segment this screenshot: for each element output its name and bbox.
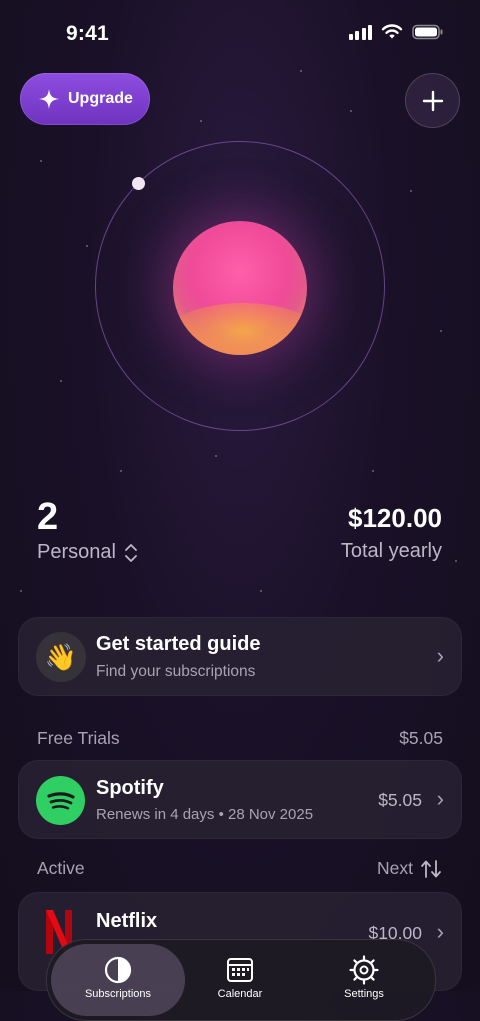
tab-subscriptions[interactable]: Subscriptions: [51, 944, 185, 1016]
netflix-name: Netflix: [96, 910, 158, 932]
total-amount: $120.00: [348, 503, 442, 533]
subscription-row-spotify[interactable]: Spotify Renews in 4 days • 28 Nov 2025 $…: [18, 760, 462, 839]
spotify-name: Spotify: [96, 777, 164, 799]
gear-icon: [349, 955, 379, 985]
chevron-right-icon: ›: [436, 919, 444, 944]
tab-settings-label: Settings: [344, 988, 384, 1000]
spotify-renewal: Renews in 4 days • 28 Nov 2025: [96, 806, 314, 823]
upgrade-button[interactable]: Upgrade: [20, 73, 150, 125]
sort-label: Next: [377, 858, 413, 878]
planet: [173, 221, 307, 355]
get-started-guide-card[interactable]: 👋 Get started guide Find your subscripti…: [18, 617, 462, 696]
tab-calendar[interactable]: Calendar: [175, 940, 305, 1020]
account-label: Personal: [37, 541, 116, 563]
circle-half-icon: [104, 956, 132, 984]
cellular-signal-icon: [348, 24, 372, 40]
tab-settings[interactable]: Settings: [299, 940, 429, 1020]
sparkle-icon: [39, 89, 59, 109]
guide-title: Get started guide: [96, 633, 261, 655]
status-bar: 9:41: [0, 0, 480, 70]
orbit-satellite: [132, 177, 145, 190]
account-switcher[interactable]: Personal: [37, 541, 138, 564]
plus-icon: [422, 90, 443, 111]
total-label: Total yearly: [340, 540, 442, 562]
waving-hand-icon: 👋: [36, 632, 86, 682]
add-subscription-button[interactable]: [405, 73, 460, 128]
free-trials-header: Free Trials $5.05: [37, 728, 443, 749]
tab-subscriptions-label: Subscriptions: [84, 988, 152, 1000]
chevron-right-icon: ›: [436, 786, 444, 811]
active-header: Active Next: [37, 858, 443, 879]
status-icons: [348, 24, 445, 40]
active-heading: Active: [37, 858, 85, 878]
status-time: 9:41: [66, 22, 109, 45]
sort-button[interactable]: Next: [377, 858, 443, 879]
free-trials-amount: $5.05: [399, 728, 443, 748]
subscription-count: 2: [37, 496, 59, 538]
battery-icon: [412, 24, 443, 40]
guide-subtitle: Find your subscriptions: [96, 663, 256, 680]
free-trials-heading: Free Trials: [37, 728, 120, 748]
sort-arrows-icon: [421, 859, 441, 878]
chevron-right-icon: ›: [436, 643, 444, 668]
wifi-icon: [381, 24, 403, 39]
spotify-logo-icon: [36, 776, 85, 825]
tab-calendar-label: Calendar: [217, 988, 263, 1000]
tab-bar: Subscriptions Calendar Settings: [46, 939, 436, 1021]
orbit-illustration: [95, 141, 385, 431]
calendar-icon: [227, 958, 253, 982]
spotify-price: $5.05: [378, 790, 422, 810]
upgrade-label: Upgrade: [68, 90, 133, 107]
chevron-up-down-icon: [125, 543, 137, 562]
